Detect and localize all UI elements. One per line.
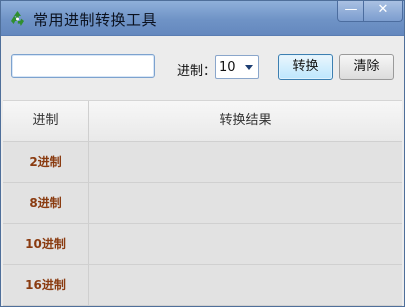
table-row[interactable]: 10进制	[3, 224, 402, 265]
close-icon: ✕	[377, 2, 389, 17]
table-row[interactable]: 8进制	[3, 183, 402, 224]
row-base-label: 10进制	[3, 224, 89, 264]
header-base: 进制	[3, 101, 89, 141]
recycle-icon	[8, 9, 27, 28]
base-select-value: 10	[219, 60, 236, 75]
clear-button[interactable]: 清除	[339, 54, 394, 80]
table-row[interactable]: 16进制	[3, 265, 402, 306]
toolbar: 进制： 10 转换 清除	[1, 36, 404, 99]
results-table: 进制 转换结果 2进制 8进制 10进制 16进制	[3, 100, 402, 306]
app-window: 常用进制转换工具 — ✕ 进制： 10 转换 清除 进制 转换结果 2进制 8进…	[0, 0, 405, 307]
convert-button[interactable]: 转换	[278, 54, 333, 80]
number-input[interactable]	[11, 54, 155, 78]
title-bar[interactable]: 常用进制转换工具 — ✕	[1, 1, 404, 36]
header-result: 转换结果	[219, 113, 272, 128]
window-title: 常用进制转换工具	[33, 11, 158, 29]
row-base-label: 8进制	[3, 183, 89, 223]
table-row[interactable]: 2进制	[3, 142, 402, 183]
base-select[interactable]: 10	[215, 55, 259, 79]
row-result[interactable]	[89, 142, 402, 182]
minimize-icon: —	[344, 2, 358, 17]
chevron-down-icon[interactable]	[245, 65, 253, 70]
row-result[interactable]	[89, 224, 402, 264]
minimize-button[interactable]: —	[337, 1, 365, 22]
row-base-label: 2进制	[3, 142, 89, 182]
row-base-label: 16进制	[3, 265, 89, 305]
base-label: 进制：	[177, 64, 217, 79]
row-result[interactable]	[89, 183, 402, 223]
table-header-row: 进制 转换结果	[3, 101, 402, 142]
row-result[interactable]	[89, 265, 402, 305]
close-button[interactable]: ✕	[363, 1, 403, 22]
